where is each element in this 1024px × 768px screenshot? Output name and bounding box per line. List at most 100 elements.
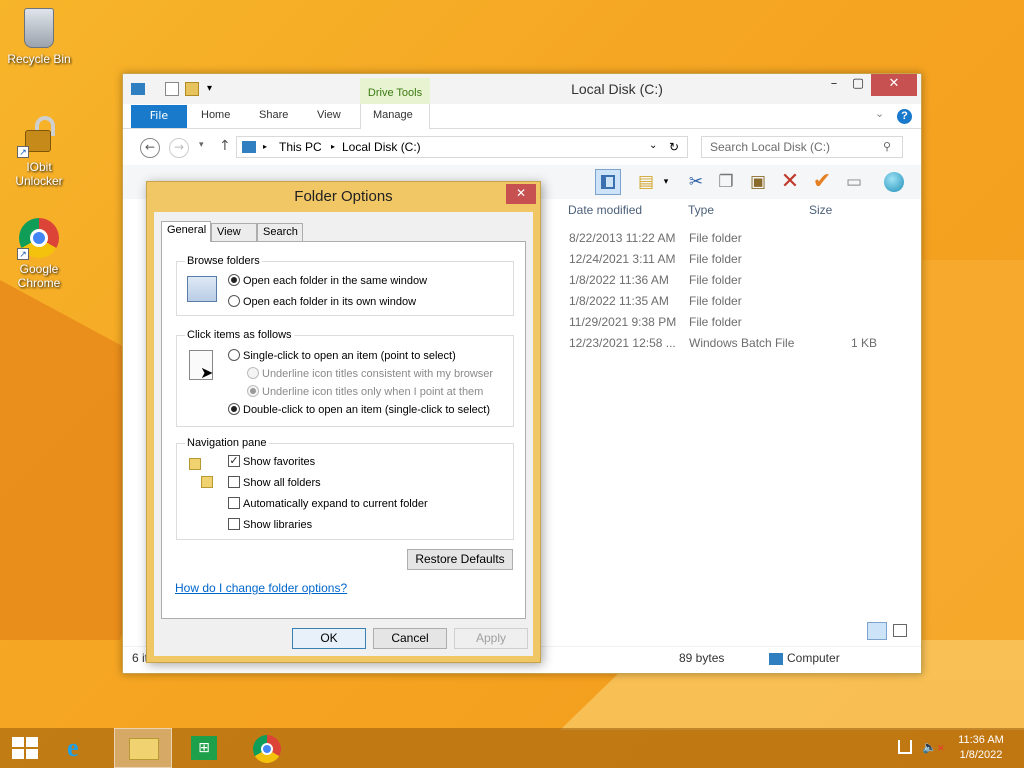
- column-header-date[interactable]: Date modified: [568, 203, 642, 217]
- taskbar-chrome[interactable]: [238, 728, 296, 768]
- column-header-size[interactable]: Size: [809, 203, 832, 217]
- file-row[interactable]: 1/8/2022 11:35 AM File folder: [569, 294, 909, 315]
- taskbar-internet-explorer[interactable]: e: [52, 728, 110, 768]
- desktop-icon-label: IObit Unlocker: [15, 160, 63, 188]
- breadcrumb-separator: ▸: [263, 142, 268, 151]
- globe-icon[interactable]: [881, 169, 907, 195]
- tab-view[interactable]: View: [317, 109, 341, 121]
- search-icon: ⚲: [883, 140, 892, 153]
- recycle-bin-icon: [24, 8, 54, 48]
- start-button[interactable]: [12, 737, 38, 759]
- file-row[interactable]: 8/22/2013 11:22 AM File folder: [569, 231, 909, 252]
- clock-time: 11:36 AM: [958, 734, 1004, 746]
- recent-locations-icon[interactable]: ▾: [199, 140, 204, 150]
- radio-single-click[interactable]: Single-click to open an item (point to s…: [228, 349, 456, 363]
- volume-muted-icon[interactable]: 🔈✕: [922, 740, 945, 754]
- address-bar[interactable]: ▸ This PC ▸ Local Disk (C:) ⌄ ↻: [236, 136, 688, 158]
- close-button[interactable]: ✕: [871, 74, 917, 96]
- dialog-close-button[interactable]: ✕: [506, 184, 536, 204]
- row-date: 1/8/2022 11:35 AM: [569, 294, 669, 308]
- expand-ribbon-icon[interactable]: ⌄: [875, 107, 884, 120]
- back-button[interactable]: ←: [140, 138, 160, 158]
- option-label: Underline icon titles only when I point …: [262, 386, 484, 398]
- address-dropdown-icon[interactable]: ⌄: [649, 140, 657, 151]
- file-row[interactable]: 12/23/2021 12:58 ... Windows Batch File …: [569, 336, 909, 357]
- tab-share[interactable]: Share: [259, 109, 288, 121]
- radio-double-click[interactable]: Double-click to open an item (single-cli…: [228, 403, 490, 417]
- ribbon-tabs: File Home Share View Manage ⌄ ?: [123, 104, 921, 129]
- row-type: File folder: [689, 273, 742, 287]
- delete-icon[interactable]: ✕: [777, 169, 803, 195]
- row-type: File folder: [689, 252, 742, 266]
- window-title: Local Disk (C:): [571, 81, 663, 97]
- refresh-icon[interactable]: ↻: [669, 140, 679, 154]
- explorer-titlebar: ▾ Drive Tools Local Disk (C:) – ▢ ✕: [123, 74, 921, 104]
- computer-icon: [242, 141, 256, 153]
- help-icon[interactable]: ?: [897, 109, 912, 124]
- clock-date: 1/8/2022: [959, 749, 1003, 761]
- cancel-button[interactable]: Cancel: [373, 628, 447, 649]
- large-icons-view-icon[interactable]: [893, 624, 907, 637]
- tab-file[interactable]: File: [131, 105, 187, 128]
- desktop-icon-recycle-bin[interactable]: Recycle Bin: [1, 8, 77, 66]
- restore-defaults-button[interactable]: Restore Defaults: [407, 549, 513, 570]
- cut-icon[interactable]: ✂: [683, 169, 709, 195]
- checkbox-auto-expand[interactable]: Automatically expand to current folder: [228, 497, 428, 511]
- radio-underline-point[interactable]: Underline icon titles only when I point …: [247, 385, 483, 399]
- taskbar-file-explorer[interactable]: [114, 728, 172, 768]
- desktop-icon-google-chrome[interactable]: ↗ Google Chrome: [1, 218, 77, 290]
- option-label: Show favorites: [243, 456, 316, 468]
- checkbox-show-libraries[interactable]: Show libraries: [228, 518, 312, 532]
- file-row[interactable]: 1/8/2022 11:36 AM File folder: [569, 273, 909, 294]
- option-label: Open each folder in the same window: [243, 275, 428, 287]
- breadcrumb-this-pc[interactable]: This PC: [279, 140, 322, 154]
- breadcrumb-separator: ▸: [331, 142, 336, 151]
- group-label: Navigation pane: [185, 437, 269, 449]
- forward-button[interactable]: →: [169, 138, 189, 158]
- network-icon[interactable]: [898, 740, 912, 754]
- help-link[interactable]: How do I change folder options?: [175, 581, 347, 595]
- taskbar-clock[interactable]: 11:36 AM 1/8/2022: [950, 733, 1012, 763]
- radio-same-window[interactable]: Open each folder in the same window: [228, 274, 427, 288]
- unlock-icon: ↗: [17, 116, 59, 158]
- internet-explorer-icon: e: [67, 733, 79, 762]
- apply-button[interactable]: Apply: [454, 628, 528, 649]
- search-input[interactable]: Search Local Disk (C:): [701, 136, 903, 158]
- radio-underline-browser[interactable]: Underline icon titles consistent with my…: [247, 367, 493, 381]
- file-row[interactable]: 11/29/2021 9:38 PM File folder: [569, 315, 909, 336]
- ok-button[interactable]: OK: [292, 628, 366, 649]
- copy-icon[interactable]: ❐: [713, 169, 739, 195]
- paste-icon[interactable]: ▣: [745, 169, 771, 195]
- tab-general[interactable]: General: [161, 221, 211, 242]
- tab-manage[interactable]: Manage: [373, 109, 413, 121]
- desktop-icon-iobit-unlocker[interactable]: ↗ IObit Unlocker: [1, 116, 77, 188]
- radio-own-window[interactable]: Open each folder in its own window: [228, 295, 416, 309]
- chrome-icon: ↗: [17, 218, 59, 260]
- file-row[interactable]: 12/24/2021 3:11 AM File folder: [569, 252, 909, 273]
- chrome-icon: [253, 735, 281, 763]
- up-button[interactable]: ↑: [219, 138, 231, 154]
- row-size: 1 KB: [851, 336, 878, 350]
- checkbox-show-all-folders[interactable]: Show all folders: [228, 476, 321, 490]
- rename-icon[interactable]: ▭: [841, 169, 867, 195]
- taskbar-store[interactable]: ⊞: [176, 728, 234, 768]
- file-explorer-icon: [129, 738, 159, 760]
- folder-options-icon[interactable]: ▤: [633, 169, 659, 195]
- checkbox-show-favorites[interactable]: ✓ Show favorites: [228, 455, 315, 469]
- row-type: Windows Batch File: [689, 336, 795, 350]
- pointer-icon: ➤: [189, 350, 213, 382]
- toolbar-dropdown-icon[interactable]: ▾: [659, 169, 673, 195]
- check-icon[interactable]: ✔: [809, 169, 835, 195]
- details-view-icon[interactable]: [867, 622, 887, 640]
- option-label: Double-click to open an item (single-cli…: [243, 404, 490, 416]
- row-date: 8/22/2013 11:22 AM: [569, 231, 676, 245]
- breadcrumb-local-disk[interactable]: Local Disk (C:): [342, 140, 421, 154]
- column-header-type[interactable]: Type: [688, 203, 714, 217]
- tab-search[interactable]: Search: [257, 223, 303, 241]
- general-tab-panel: Browse folders Open each folder in the s…: [161, 241, 526, 619]
- tab-home[interactable]: Home: [201, 109, 230, 121]
- option-label: Show all folders: [243, 477, 321, 489]
- option-label: Underline icon titles consistent with my…: [262, 368, 494, 380]
- preview-pane-icon[interactable]: [595, 169, 621, 195]
- tab-view[interactable]: View: [211, 223, 257, 241]
